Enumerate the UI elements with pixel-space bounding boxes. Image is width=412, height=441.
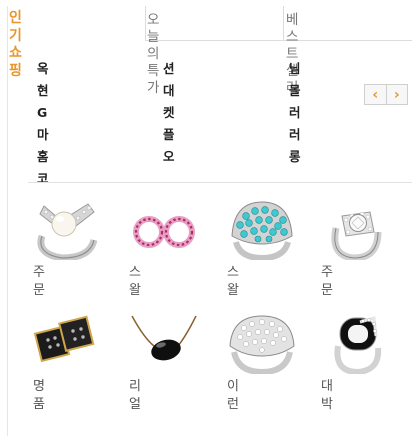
product-name: 주문	[321, 265, 333, 298]
tab-underline	[145, 40, 412, 41]
product-item[interactable]: 주문	[28, 198, 108, 298]
vendor-link[interactable]: 옥현G마홈코	[37, 58, 51, 190]
turquoise-dome-ring-icon	[231, 201, 293, 260]
product-name: 대박	[321, 379, 333, 412]
product-name: 스왈	[129, 265, 141, 298]
tab-divider	[283, 6, 284, 41]
product-name: 이런	[227, 379, 239, 412]
black-white-ring-icon	[334, 316, 382, 374]
product-name: 리얼	[129, 379, 141, 412]
vendor-link[interactable]: 님몰러러롱	[289, 58, 303, 168]
product-item[interactable]: 리얼	[124, 312, 204, 412]
black-square-ring-icon	[33, 315, 95, 363]
tab-divider	[145, 6, 146, 41]
product-item[interactable]: 대박	[316, 312, 396, 412]
left-divider	[7, 6, 8, 436]
product-item[interactable]: 명품	[28, 312, 108, 412]
tab-todays-deal[interactable]: 오늘의특가	[147, 12, 161, 97]
prev-button[interactable]: ‹	[365, 85, 386, 104]
solitaire-ring-icon	[331, 211, 382, 260]
carousel-nav: ‹ ›	[364, 84, 408, 105]
section-divider	[28, 182, 412, 183]
product-item[interactable]: 주문	[316, 198, 396, 298]
crystal-dome-ring-icon	[229, 315, 295, 374]
pink-double-ring-icon	[133, 216, 195, 248]
product-item[interactable]: 스왈	[124, 198, 204, 298]
next-button[interactable]: ›	[385, 85, 408, 104]
black-oval-necklace-icon	[131, 315, 197, 361]
pearl-ring-icon	[37, 203, 98, 260]
product-name: 주문	[33, 265, 45, 298]
product-name: 명품	[33, 379, 45, 412]
section-title: 인기쇼핑	[9, 10, 22, 79]
product-name: 스왈	[227, 265, 239, 298]
vendor-link[interactable]: 션대켓플오	[163, 58, 177, 168]
product-item[interactable]: 이런	[222, 312, 302, 412]
product-item[interactable]: 스왈	[222, 198, 302, 298]
